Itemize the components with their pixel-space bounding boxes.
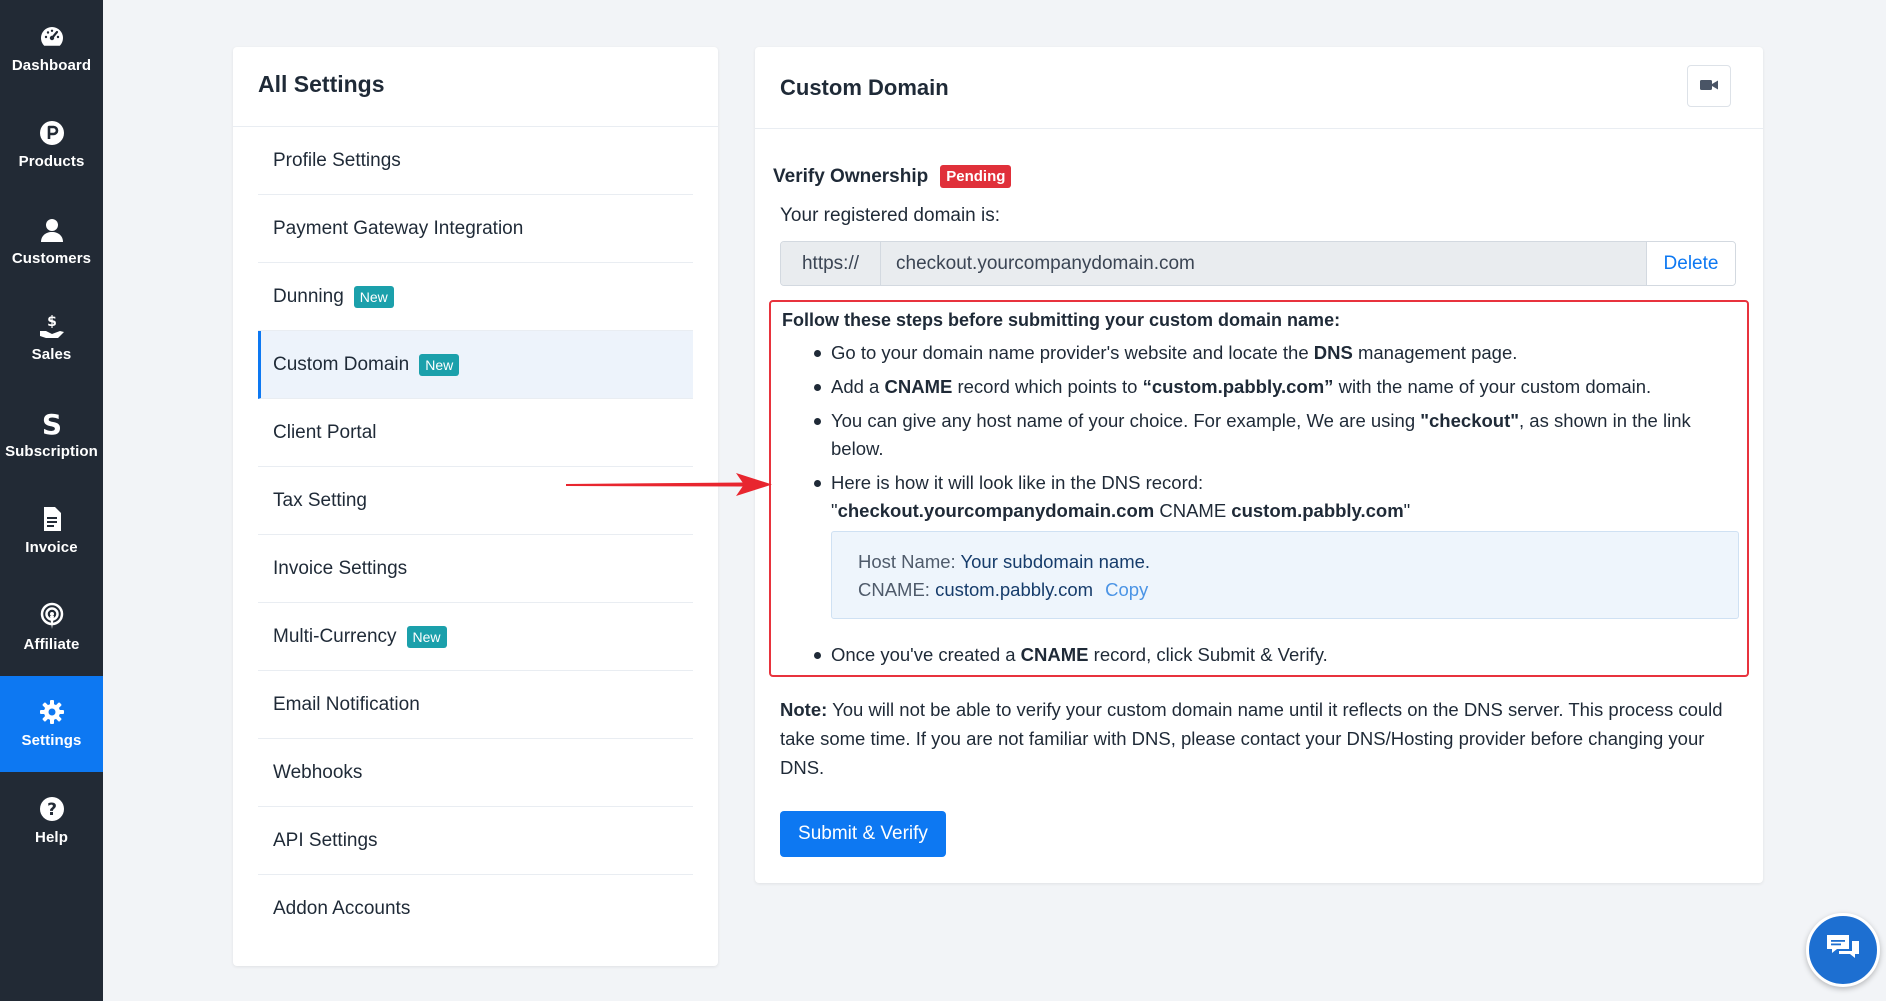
sidebar-item-label: Dashboard bbox=[11, 56, 92, 74]
host-name-row: Host Name: Your subdomain name. bbox=[858, 548, 1712, 576]
custom-domain-card: Custom Domain Verify Ownership Pending Y… bbox=[755, 47, 1763, 883]
settings-list-card: All Settings Profile Settings Payment Ga… bbox=[233, 47, 718, 966]
sidebar-item-affiliate[interactable]: Affiliate bbox=[0, 579, 103, 676]
list-item: Once you've created a CNAME record, clic… bbox=[781, 641, 1737, 669]
verify-ownership-title: Verify Ownership bbox=[773, 165, 929, 187]
settings-item-label: Payment Gateway Integration bbox=[273, 217, 524, 239]
chat-widget-button[interactable] bbox=[1806, 913, 1880, 987]
sidebar-item-sales[interactable]: $ Sales bbox=[0, 290, 103, 387]
domain-field: checkout.yourcompanydomain.com bbox=[881, 242, 1646, 285]
domain-protocol-prefix: https:// bbox=[781, 242, 881, 285]
page-title: Custom Domain bbox=[780, 75, 949, 100]
settings-item-label: Tax Setting bbox=[273, 489, 367, 511]
svg-text:?: ? bbox=[47, 800, 57, 820]
steps-title: Follow these steps before submitting you… bbox=[782, 310, 1341, 330]
settings-item-label: Email Notification bbox=[273, 693, 420, 715]
settings-item-label: Client Portal bbox=[273, 421, 377, 443]
settings-item-label: Webhooks bbox=[273, 761, 363, 783]
settings-item-custom-domain[interactable]: Custom Domain New bbox=[258, 331, 693, 399]
products-icon bbox=[38, 119, 66, 147]
sidebar-item-dashboard[interactable]: Dashboard bbox=[0, 0, 103, 97]
settings-item-label: Custom Domain bbox=[273, 353, 410, 375]
note-text: You will not be able to verify your cust… bbox=[780, 699, 1723, 778]
host-name-value: Your subdomain name. bbox=[960, 551, 1151, 572]
registered-domain-label: Your registered domain is: bbox=[780, 205, 1001, 226]
steps-list-final: Once you've created a CNAME record, clic… bbox=[781, 641, 1737, 669]
settings-item-label: Multi-Currency bbox=[273, 625, 397, 647]
settings-item-dunning[interactable]: Dunning New bbox=[258, 263, 693, 331]
settings-item-profile-settings[interactable]: Profile Settings bbox=[258, 127, 693, 195]
sidebar-item-label: Sales bbox=[31, 346, 72, 364]
sales-icon: $ bbox=[38, 312, 66, 340]
sidebar-item-subscription[interactable]: S Subscription bbox=[0, 386, 103, 483]
steps-list: Go to your domain name provider's websit… bbox=[781, 339, 1737, 525]
settings-item-label: Invoice Settings bbox=[273, 557, 408, 579]
domain-input-group: https:// checkout.yourcompanydomain.com … bbox=[780, 241, 1736, 286]
affiliate-icon bbox=[38, 602, 66, 630]
verify-ownership-row: Verify Ownership Pending bbox=[773, 165, 1012, 188]
settings-item-invoice-settings[interactable]: Invoice Settings bbox=[258, 535, 693, 603]
sidebar-item-label: Products bbox=[18, 153, 85, 171]
cname-label: CNAME: bbox=[858, 579, 936, 600]
customers-icon bbox=[38, 216, 66, 244]
new-badge: New bbox=[419, 353, 460, 376]
svg-text:S: S bbox=[41, 409, 61, 437]
subscription-icon: S bbox=[38, 409, 66, 437]
sidebar-item-label: Affiliate bbox=[23, 635, 80, 653]
card-header: Custom Domain bbox=[755, 47, 1763, 129]
settings-item-api-settings[interactable]: API Settings bbox=[258, 807, 693, 875]
copy-cname-link[interactable]: Copy bbox=[1105, 579, 1148, 600]
sidebar-item-invoice[interactable]: Invoice bbox=[0, 483, 103, 580]
sidebar-item-label: Settings bbox=[21, 732, 82, 750]
cname-value: custom.pabbly.com bbox=[935, 579, 1094, 600]
dns-steps-box: Follow these steps before submitting you… bbox=[769, 300, 1749, 677]
settings-item-email-notification[interactable]: Email Notification bbox=[258, 671, 693, 739]
settings-item-label: Addon Accounts bbox=[273, 898, 411, 919]
settings-item-label: Dunning bbox=[273, 285, 344, 307]
list-item: Here is how it will look like in the DNS… bbox=[781, 469, 1737, 525]
note-label: Note: bbox=[780, 699, 828, 720]
dns-record-box: Host Name: Your subdomain name. CNAME: c… bbox=[831, 531, 1739, 619]
chat-bubble-icon bbox=[1824, 932, 1862, 969]
sidebar-item-products[interactable]: Products bbox=[0, 97, 103, 194]
cname-row: CNAME: custom.pabbly.com Copy bbox=[858, 576, 1712, 604]
list-item: You can give any host name of your choic… bbox=[781, 407, 1737, 463]
dashboard-icon bbox=[38, 23, 66, 51]
settings-item-label: Profile Settings bbox=[273, 149, 401, 171]
video-camera-icon bbox=[1700, 79, 1718, 94]
invoice-icon bbox=[38, 505, 66, 533]
list-item: Go to your domain name provider's websit… bbox=[781, 339, 1737, 367]
settings-list-title: All Settings bbox=[233, 47, 718, 127]
settings-item-multi-currency[interactable]: Multi-Currency New bbox=[258, 603, 693, 671]
settings-item-client-portal[interactable]: Client Portal bbox=[258, 399, 693, 467]
dns-note: Note: You will not be able to verify you… bbox=[780, 695, 1740, 782]
sidebar-item-settings[interactable]: Settings bbox=[0, 675, 103, 772]
sidebar-item-label: Invoice bbox=[25, 539, 78, 557]
settings-list: Profile Settings Payment Gateway Integra… bbox=[233, 127, 718, 943]
sidebar-nav: Dashboard Products Customers $ Sales S S… bbox=[0, 0, 103, 1001]
settings-item-webhooks[interactable]: Webhooks bbox=[258, 739, 693, 807]
video-tutorial-button[interactable] bbox=[1687, 65, 1731, 107]
sidebar-item-help[interactable]: ? Help bbox=[0, 772, 103, 869]
new-badge: New bbox=[353, 285, 394, 308]
help-icon: ? bbox=[38, 795, 66, 823]
host-name-label: Host Name: bbox=[858, 551, 961, 572]
settings-item-payment-gateway[interactable]: Payment Gateway Integration bbox=[258, 195, 693, 263]
annotation-arrow-icon bbox=[566, 473, 772, 496]
delete-domain-button[interactable]: Delete bbox=[1646, 242, 1735, 285]
svg-text:$: $ bbox=[47, 314, 57, 330]
sidebar-item-label: Subscription bbox=[5, 442, 98, 460]
settings-item-addon-accounts[interactable]: Addon Accounts bbox=[258, 875, 693, 943]
status-badge: Pending bbox=[940, 165, 1012, 188]
sidebar-item-label: Help bbox=[35, 828, 68, 846]
sidebar-item-customers[interactable]: Customers bbox=[0, 193, 103, 290]
list-item: Add a CNAME record which points to “cust… bbox=[781, 373, 1737, 401]
settings-item-label: API Settings bbox=[273, 829, 378, 851]
gear-icon bbox=[38, 698, 66, 726]
sidebar-item-label: Customers bbox=[11, 249, 92, 267]
new-badge: New bbox=[406, 625, 447, 648]
submit-verify-button[interactable]: Submit & Verify bbox=[780, 811, 946, 857]
